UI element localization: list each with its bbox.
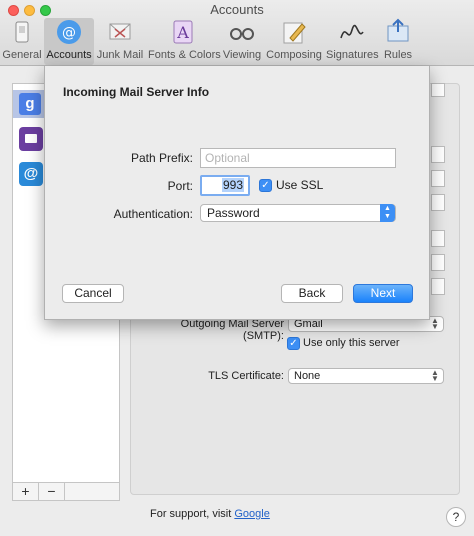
path-prefix-label: Path Prefix:: [130, 151, 193, 165]
account-other[interactable]: @: [19, 162, 43, 186]
at-sign-icon: @: [23, 165, 39, 182]
toolbar-junk-mail[interactable]: Junk Mail: [96, 18, 144, 65]
back-button[interactable]: Back: [281, 284, 343, 303]
toolbar-viewing[interactable]: Viewing: [222, 18, 262, 65]
sheet-title: Incoming Mail Server Info: [63, 85, 210, 99]
chevron-updown-icon: ▲ ▼: [380, 204, 395, 222]
partial-field[interactable]: [431, 83, 445, 97]
toolbar-fonts-colors[interactable]: A Fonts & Colors: [148, 18, 221, 65]
use-only-server-checkbox[interactable]: ✓: [287, 337, 300, 350]
pencil-icon: [280, 18, 308, 46]
support-link[interactable]: Google: [234, 508, 269, 520]
authentication-value: Password: [207, 206, 260, 220]
use-ssl-label: Use SSL: [276, 178, 324, 192]
toolbar-general[interactable]: General: [2, 18, 42, 65]
toolbar-rules[interactable]: Rules: [382, 18, 414, 65]
outgoing-server-label: Outgoing Mail Server (SMTP):: [180, 318, 284, 342]
glasses-icon: [228, 18, 256, 46]
partial-field[interactable]: [431, 170, 445, 187]
window-title: Accounts: [210, 2, 264, 17]
help-button[interactable]: ?: [446, 507, 466, 527]
chevron-updown-icon: ▲ ▼: [431, 368, 439, 383]
use-ssl-checkbox[interactable]: ✓: [259, 179, 272, 192]
chevron-updown-icon: ▲ ▼: [431, 316, 439, 331]
incoming-server-sheet: Incoming Mail Server Info Path Prefix: P…: [44, 66, 430, 320]
checkmark-icon: ✓: [261, 180, 270, 191]
partial-field[interactable]: [431, 254, 445, 271]
authentication-label: Authentication:: [113, 207, 193, 221]
port-value: 993: [221, 178, 244, 192]
toolbar-accounts[interactable]: @ Accounts: [44, 18, 94, 65]
cancel-button[interactable]: Cancel: [62, 284, 124, 303]
add-account-button[interactable]: +: [13, 483, 39, 500]
svg-text:A: A: [176, 23, 189, 42]
window-toolbar: Accounts General @ Accounts Junk Mail A …: [0, 0, 474, 66]
at-sign-icon: @: [55, 18, 83, 46]
support-text: For support, visit Google: [150, 508, 270, 520]
toolbar-composing[interactable]: Composing: [266, 18, 322, 65]
fonts-colors-icon: A: [169, 18, 197, 46]
signature-icon: [338, 18, 366, 46]
account-mail[interactable]: [19, 127, 43, 151]
partial-field[interactable]: [431, 146, 445, 163]
port-label: Port:: [167, 179, 193, 193]
tls-certificate-label: TLS Certificate:: [208, 370, 284, 382]
support-prefix: For support, visit: [150, 508, 235, 520]
google-icon: g: [19, 93, 41, 115]
checkmark-icon: ✓: [289, 338, 298, 349]
rules-icon: [384, 18, 412, 46]
use-only-server-label: Use only this server: [303, 337, 400, 349]
junk-mail-icon: [106, 18, 134, 46]
tls-certificate-popup[interactable]: None ▲ ▼: [288, 368, 444, 384]
partial-field[interactable]: [431, 194, 445, 211]
partial-field[interactable]: [431, 278, 445, 295]
path-prefix-input[interactable]: [200, 148, 396, 168]
remove-account-button[interactable]: −: [39, 483, 65, 500]
port-input[interactable]: 993: [200, 175, 250, 196]
svg-text:@: @: [62, 25, 76, 41]
next-button[interactable]: Next: [353, 284, 413, 303]
toolbar-signatures[interactable]: Signatures: [326, 18, 379, 65]
tls-certificate-value: None: [294, 370, 321, 382]
authentication-popup[interactable]: Password ▲ ▼: [200, 204, 396, 222]
accounts-list-footer: + −: [12, 483, 120, 501]
partial-field[interactable]: [431, 230, 445, 247]
general-icon: [8, 18, 36, 46]
